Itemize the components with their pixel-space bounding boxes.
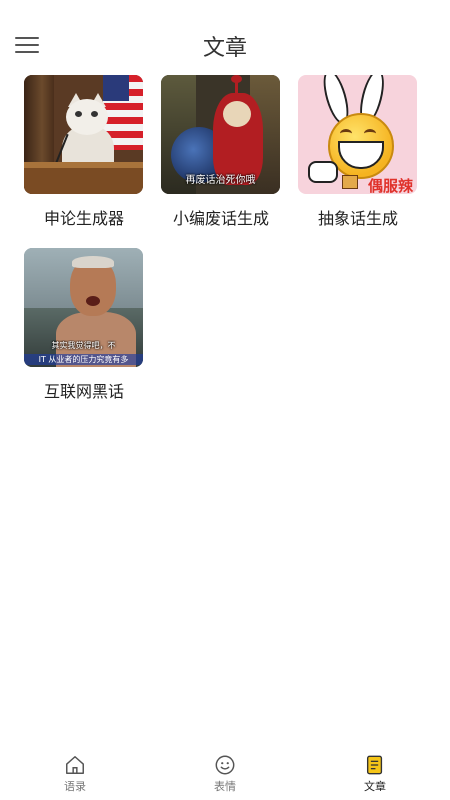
bottom-nav: 语录 表情 文章	[0, 748, 450, 800]
nav-label: 语录	[64, 780, 86, 793]
article-card-chouxiang[interactable]: 偶服辣 抽象话生成	[298, 75, 418, 235]
man-meme-thumbnail: 其实我觉得吧，不 IT 从业者的压力究竟有多	[24, 248, 143, 367]
article-card-shenlun[interactable]: 申论生成器	[24, 75, 144, 235]
article-label: 小编废话生成	[172, 209, 269, 228]
nav-label: 表情	[214, 780, 236, 793]
nav-item-biaoqing[interactable]: 表情	[150, 748, 300, 800]
article-label: 互联网黑话	[43, 382, 124, 401]
thumbnail-caption: 偶服辣	[367, 177, 413, 194]
app-header: 文章	[0, 0, 450, 70]
article-icon	[366, 755, 383, 775]
nav-label: 文章	[364, 780, 386, 793]
cat-podium-thumbnail	[24, 75, 143, 194]
home-icon	[66, 756, 84, 774]
article-label: 抽象话生成	[317, 209, 398, 228]
nav-item-wenzhang[interactable]: 文章	[300, 748, 450, 800]
teletubby-thumbnail: 再废话治死你哦	[161, 75, 280, 194]
article-card-heihua[interactable]: 其实我觉得吧，不 IT 从业者的压力究竟有多 互联网黑话	[24, 248, 144, 408]
smiley-bunny-thumbnail: 偶服辣	[298, 75, 417, 194]
nav-item-yulu[interactable]: 语录	[0, 748, 150, 800]
smile-icon	[215, 755, 235, 775]
thumbnail-caption: IT 从业者的压力究竟有多	[24, 354, 143, 365]
thumbnail-caption: 再废话治死你哦	[185, 175, 256, 186]
article-label: 申论生成器	[43, 209, 124, 228]
page-title: 文章	[202, 36, 247, 61]
article-card-feihua[interactable]: 再废话治死你哦 小编废话生成	[161, 75, 281, 235]
thumbnail-caption: 其实我觉得吧，不	[51, 341, 116, 350]
